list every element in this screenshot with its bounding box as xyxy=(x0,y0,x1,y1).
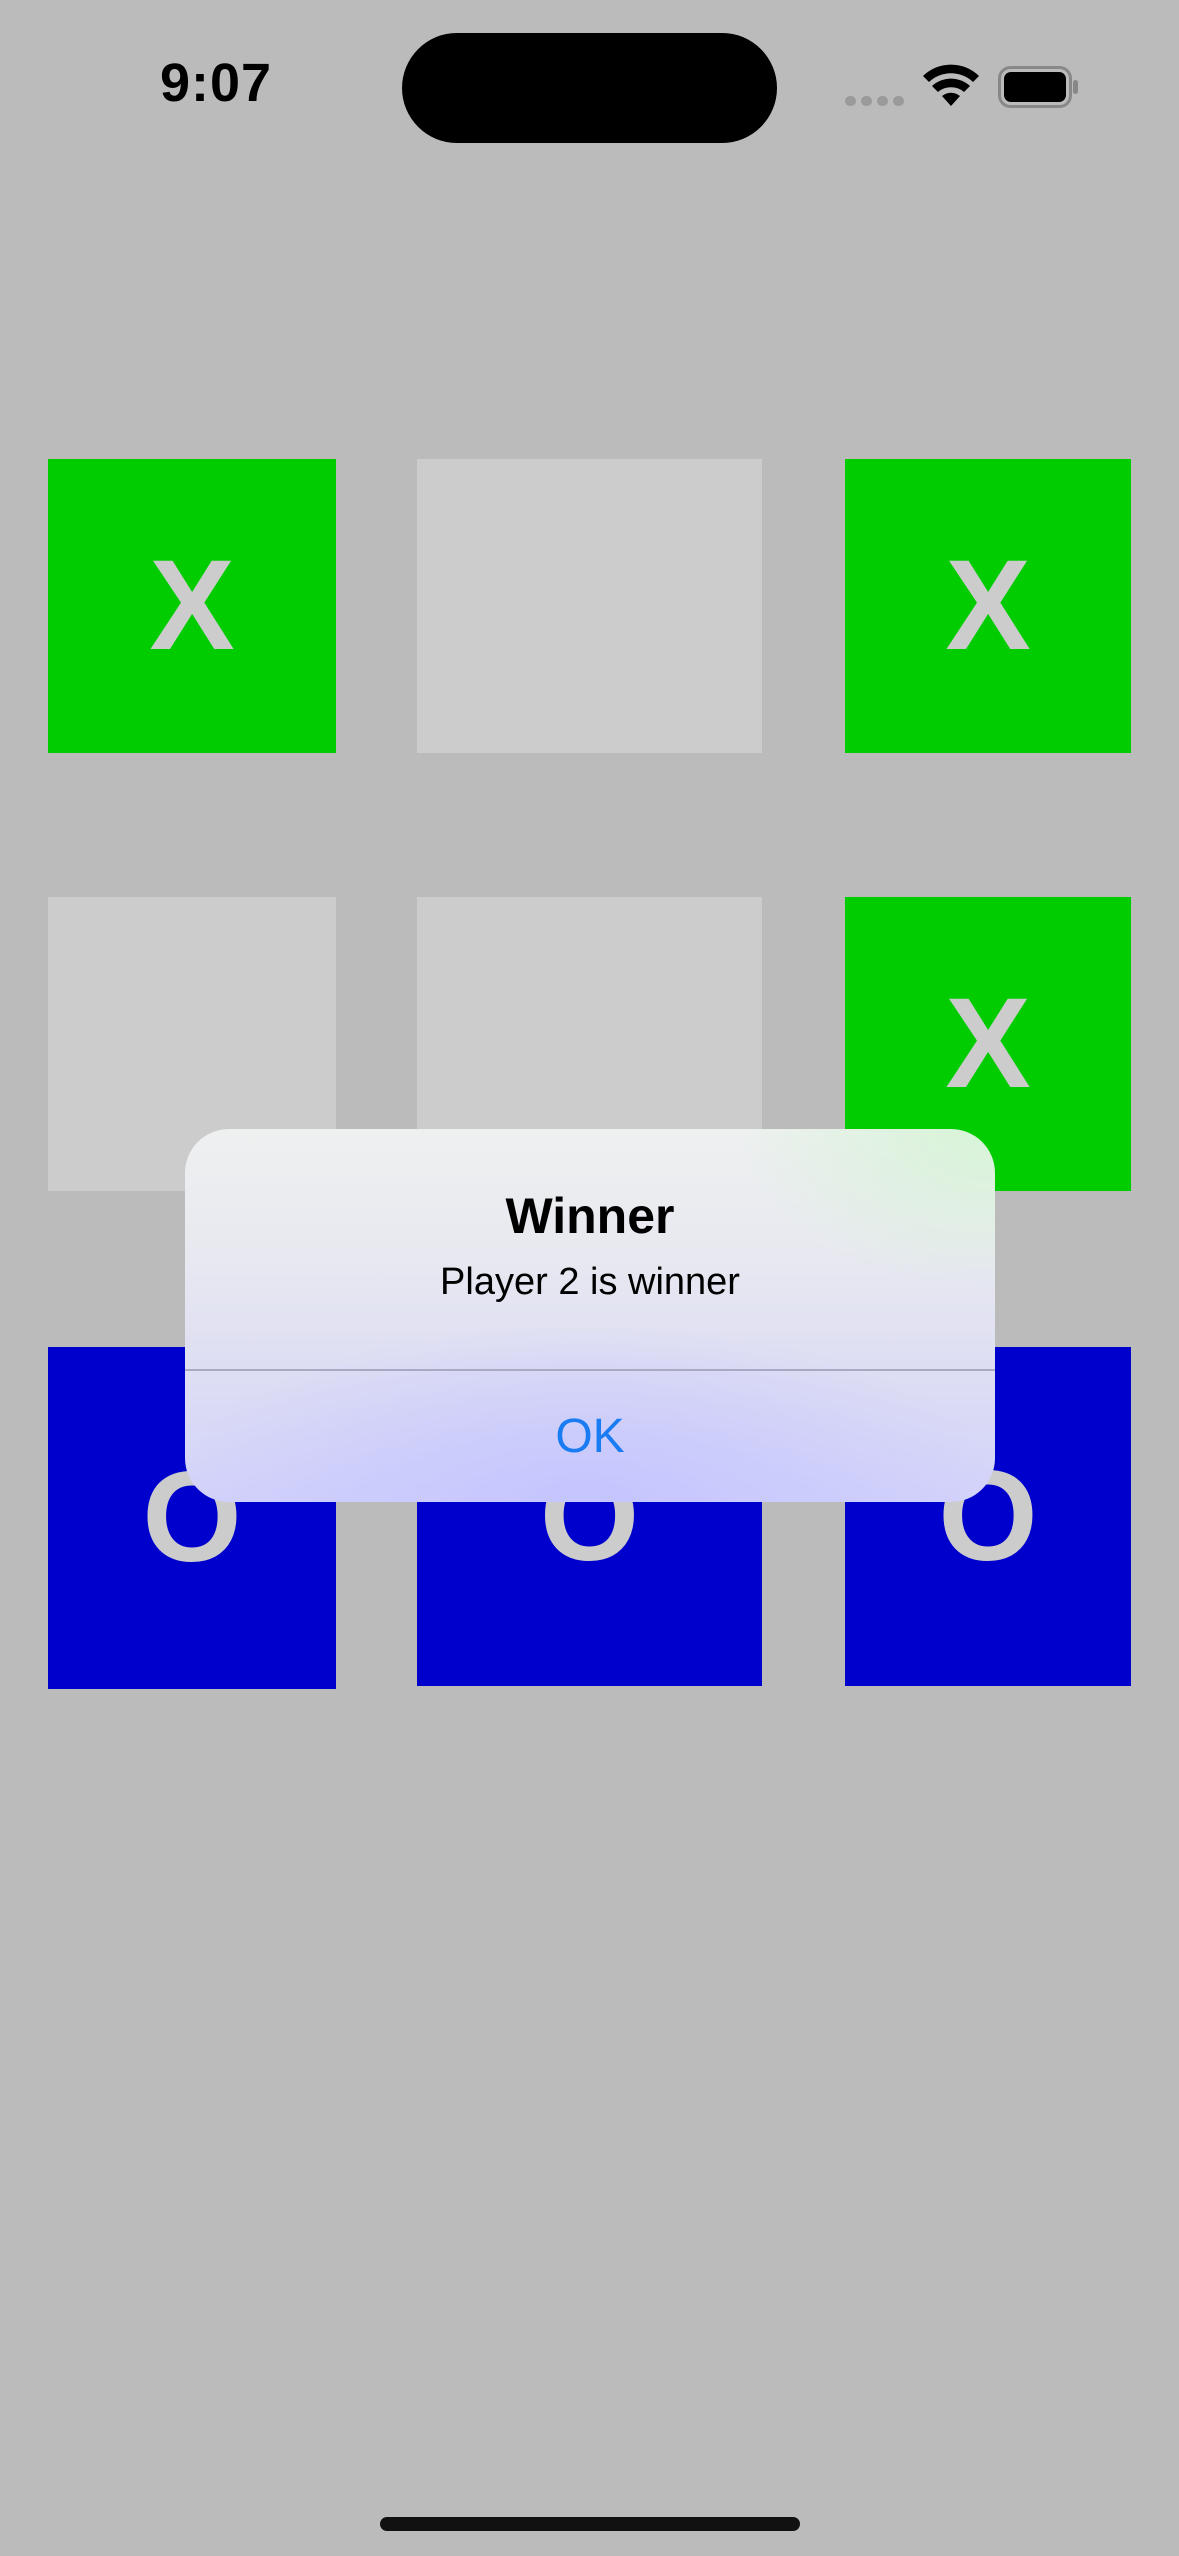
alert-title: Winner xyxy=(505,1188,675,1244)
board-cell-1-3[interactable]: X xyxy=(845,459,1131,753)
dynamic-island xyxy=(402,33,777,143)
board-cell-1-2[interactable] xyxy=(417,459,762,753)
cellular-signal-icon xyxy=(845,96,904,106)
alert-message: Player 2 is winner xyxy=(440,1261,740,1303)
wifi-icon xyxy=(923,64,979,106)
battery-icon xyxy=(998,66,1078,108)
status-time: 9:07 xyxy=(160,53,273,113)
winner-alert: Winner Player 2 is winner OK xyxy=(185,1129,995,1502)
board-cell-1-1[interactable]: X xyxy=(48,459,336,753)
ok-button[interactable]: OK xyxy=(185,1371,995,1502)
home-indicator[interactable] xyxy=(380,2517,800,2531)
